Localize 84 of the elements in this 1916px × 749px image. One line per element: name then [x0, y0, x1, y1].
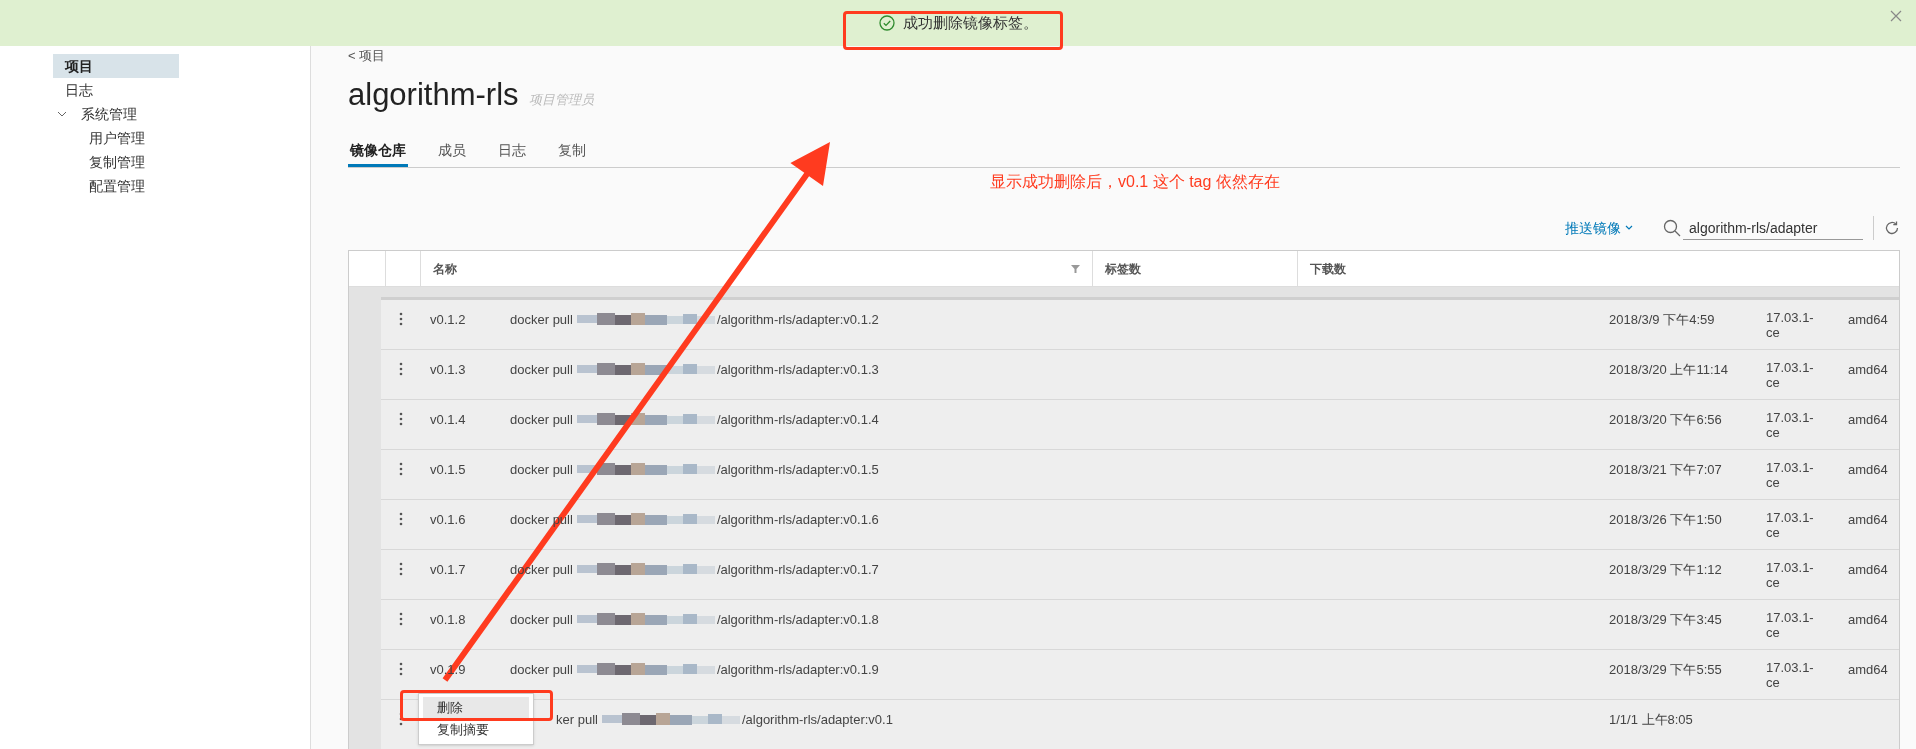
sidebar-subitem[interactable]: 用户管理: [65, 126, 310, 150]
docker-version-cell-text: 17.03.1-ce: [1766, 510, 1815, 540]
caret-icon: [1625, 225, 1633, 231]
docker-version-cell-text: 17.03.1-ce: [1766, 360, 1815, 390]
pull-command-prefix: ker pull: [556, 711, 598, 729]
pull-command-path: /algorithm-rls/adapter:v0.1.2: [716, 311, 879, 329]
filter-icon[interactable]: [1071, 264, 1080, 273]
arch-cell-text: amd64: [1848, 311, 1888, 329]
pull-command-prefix: docker pull: [510, 461, 573, 479]
more-icon[interactable]: [399, 662, 403, 676]
docker-version-cell-text: 17.03.1-ce: [1766, 610, 1815, 640]
menu-item[interactable]: 删除: [423, 697, 529, 719]
created-cell-text: 2018/3/9 下午4:59: [1609, 311, 1715, 329]
pull-command-path: /algorithm-rls/adapter:v0.1.6: [716, 511, 879, 529]
created-cell-text: 2018/3/29 下午5:55: [1609, 661, 1722, 679]
docker-version-cell-text: 17.03.1-ce: [1766, 460, 1815, 490]
docker-version-cell-text: 17.03.1-ce: [1766, 560, 1815, 590]
close-icon[interactable]: [1890, 10, 1902, 22]
created-cell-text: 2018/3/20 下午6:56: [1609, 411, 1722, 429]
pull-command-prefix: docker pull: [510, 411, 573, 429]
push-image-button[interactable]: 推送镜像: [1565, 217, 1633, 239]
tag-cell: v0.1.3: [430, 362, 466, 377]
arch-cell-text: amd64: [1848, 511, 1888, 529]
sidebar-subitem[interactable]: 复制管理: [65, 150, 310, 174]
tab[interactable]: 日志: [496, 137, 528, 167]
back-link[interactable]: < 项目: [348, 48, 386, 63]
pull-command-path: /algorithm-rls/adapter:v0.1.7: [716, 561, 879, 579]
tag-cell: v0.1.7: [430, 562, 466, 577]
docker-version-cell-text: 17.03.1-ce: [1766, 310, 1815, 340]
pull-command-prefix: docker pull: [510, 661, 573, 679]
created-cell-text: 2018/3/20 上午11:14: [1609, 361, 1728, 379]
tag-cell: v0.1.2: [430, 312, 466, 327]
arch-cell-text: amd64: [1848, 561, 1888, 579]
arch-cell-text: amd64: [1848, 611, 1888, 629]
pull-command-path: /algorithm-rls/adapter:v0.1.4: [716, 411, 879, 429]
chevron-icon[interactable]: [57, 109, 67, 119]
created-cell-text: 2018/3/26 下午1:50: [1609, 511, 1722, 529]
pull-command-path: /algorithm-rls/adapter:v0.1: [741, 711, 893, 729]
project-title: algorithm-rls: [348, 77, 519, 113]
created-cell-text: 2018/3/29 下午1:12: [1609, 561, 1722, 579]
tab[interactable]: 复制: [556, 137, 588, 167]
more-icon[interactable]: [399, 512, 403, 526]
docker-version-cell-text: 17.03.1-ce: [1766, 410, 1815, 440]
arch-cell-text: amd64: [1848, 661, 1888, 679]
created-cell-text: 1/1/1 上午8:05: [1609, 711, 1693, 729]
arch-cell-text: amd64: [1848, 411, 1888, 429]
banner-message: 成功删除镜像标签。: [902, 12, 1038, 33]
menu-item[interactable]: 复制摘要: [423, 719, 529, 741]
sidebar-item[interactable]: 系统管理: [69, 102, 195, 126]
column-header: 名称: [433, 260, 457, 278]
sidebar-item[interactable]: 项目: [53, 54, 179, 78]
more-icon[interactable]: [399, 612, 403, 626]
search-icon: [1663, 219, 1681, 237]
pull-command-prefix: docker pull: [510, 311, 573, 329]
tab[interactable]: 镜像仓库: [348, 137, 408, 167]
more-icon[interactable]: [399, 312, 403, 326]
more-icon[interactable]: [399, 462, 403, 476]
tab[interactable]: 成员: [436, 137, 468, 167]
column-header: 下载数: [1310, 260, 1346, 278]
tag-cell: v0.1.6: [430, 512, 466, 527]
check-circle-icon: [878, 15, 895, 31]
arch-cell-text: amd64: [1848, 361, 1888, 379]
tag-cell: v0.1.8: [430, 612, 466, 627]
arch-cell-text: amd64: [1848, 461, 1888, 479]
pull-command-path: /algorithm-rls/adapter:v0.1.5: [716, 461, 879, 479]
pull-command-path: /algorithm-rls/adapter:v0.1.3: [716, 361, 879, 379]
annotation-note: 显示成功删除后，v0.1 这个 tag 依然存在: [990, 172, 1280, 192]
tag-cell: v0.1.5: [430, 462, 466, 477]
created-cell-text: 2018/3/21 下午7:07: [1609, 461, 1722, 479]
refresh-icon[interactable]: [1884, 220, 1900, 236]
more-icon[interactable]: [399, 412, 403, 426]
pull-command-path: /algorithm-rls/adapter:v0.1.9: [716, 661, 879, 679]
docker-version-cell-text: 17.03.1-ce: [1766, 660, 1815, 690]
more-icon[interactable]: [399, 362, 403, 376]
search-field[interactable]: algorithm-rls/adapter: [1683, 216, 1863, 240]
column-header: 标签数: [1105, 260, 1141, 278]
more-icon[interactable]: [399, 562, 403, 576]
sidebar-item[interactable]: 日志: [53, 78, 179, 102]
pull-command-prefix: docker pull: [510, 361, 573, 379]
pull-command-prefix: docker pull: [510, 611, 573, 629]
created-cell-text: 2018/3/29 下午3:45: [1609, 611, 1722, 629]
tag-cell: v0.1.4: [430, 412, 466, 427]
sidebar-subitem[interactable]: 配置管理: [65, 174, 310, 198]
pull-command-path: /algorithm-rls/adapter:v0.1.8: [716, 611, 879, 629]
